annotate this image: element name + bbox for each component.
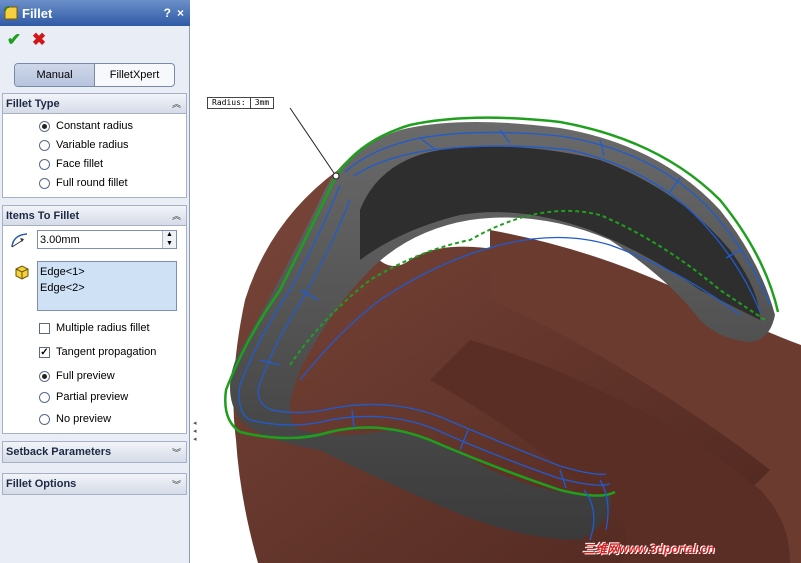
radius-icon (11, 233, 28, 248)
callout-leader (289, 107, 337, 177)
callout-value[interactable]: 3mm (249, 98, 273, 108)
callout-label: Radius: (212, 98, 246, 107)
radio-dot[interactable] (39, 391, 50, 403)
radio-label: Variable radius (56, 139, 129, 151)
edge-cube-icon (15, 265, 29, 280)
radio-constant-radius[interactable]: Constant radius (39, 118, 133, 134)
radio-label: No preview (56, 413, 112, 425)
multiple-radius-checkbox[interactable]: Multiple radius fillet (39, 320, 150, 336)
collapse-chevron-icon[interactable]: ︽ (172, 97, 181, 110)
radius-callout[interactable]: Radius: 3mm (207, 97, 275, 109)
fillet-options-header[interactable]: Fillet Options ︾ (3, 474, 186, 494)
watermark-text: 三维网www.3dportal.cn (583, 542, 715, 556)
checkbox-box[interactable]: ✓ (39, 346, 50, 358)
ok-button[interactable]: ✔ (3, 30, 25, 50)
ok-cancel-row: ✔ ✖ (0, 28, 50, 52)
radio-face-fillet[interactable]: Face fillet (39, 156, 103, 172)
fillet-options-group: Fillet Options ︾ (2, 473, 187, 495)
radio-label: Full preview (56, 370, 115, 382)
panel-title: Fillet (22, 5, 53, 21)
radio-dot[interactable] (39, 158, 50, 170)
tab-filletxpert[interactable]: FilletXpert (95, 64, 174, 86)
items-to-fillet-group: Items To Fillet ︽ 3.00mm ▲ ▼ Edge<1> Edg… (2, 205, 187, 434)
radio-label: Face fillet (56, 158, 104, 170)
radio-partial-preview[interactable]: Partial preview (39, 389, 128, 405)
mode-toggle: Manual FilletXpert (14, 63, 175, 87)
callout-anchor[interactable] (332, 172, 340, 180)
spin-up-icon[interactable]: ▲ (163, 231, 176, 240)
fillet-type-header[interactable]: Fillet Type ︽ (3, 94, 186, 114)
radius-value[interactable]: 3.00mm (38, 234, 162, 246)
radius-spinner[interactable]: ▲ ▼ (162, 231, 176, 248)
list-item[interactable]: Edge<1> (40, 264, 174, 280)
radio-variable-radius[interactable]: Variable radius (39, 137, 129, 153)
cancel-button[interactable]: ✖ (28, 30, 50, 50)
list-item[interactable]: Edge<2> (40, 280, 174, 296)
setback-parameters-group: Setback Parameters ︾ (2, 441, 187, 463)
radio-dot[interactable] (39, 370, 50, 382)
checkbox-box[interactable] (39, 322, 50, 334)
edge-selection-list[interactable]: Edge<1> Edge<2> (37, 261, 177, 311)
items-to-fillet-header[interactable]: Items To Fillet ︽ (3, 206, 186, 226)
tangent-propagation-checkbox[interactable]: ✓ Tangent propagation (39, 344, 156, 360)
expand-chevron-icon[interactable]: ︾ (172, 446, 181, 459)
radio-label: Full round fillet (56, 177, 128, 189)
radio-dot[interactable] (39, 120, 50, 132)
fillet-type-title: Fillet Type (6, 97, 60, 110)
tab-manual[interactable]: Manual (15, 64, 95, 86)
property-manager-panel: Fillet ? × ✔ ✖ Manual FilletXpert Fillet… (0, 0, 190, 563)
radio-no-preview[interactable]: No preview (39, 411, 111, 427)
graphics-viewport[interactable] (191, 0, 801, 563)
fillet-type-group: Fillet Type ︽ Constant radius Variable r… (2, 93, 187, 198)
help-icon[interactable]: ? (164, 6, 171, 20)
setback-parameters-header[interactable]: Setback Parameters ︾ (3, 442, 186, 462)
radio-label: Partial preview (56, 391, 129, 403)
setback-parameters-title: Setback Parameters (6, 446, 112, 458)
checkbox-label: Multiple radius fillet (56, 322, 150, 334)
spin-down-icon[interactable]: ▼ (163, 239, 176, 248)
items-to-fillet-title: Items To Fillet (6, 209, 80, 222)
radio-label: Constant radius (56, 120, 134, 132)
expand-chevron-icon[interactable]: ︾ (172, 478, 181, 491)
checkbox-label: Tangent propagation (56, 346, 157, 358)
radio-dot[interactable] (39, 413, 50, 425)
radio-full-preview[interactable]: Full preview (39, 368, 115, 384)
close-icon[interactable]: × (177, 6, 184, 20)
collapse-chevron-icon[interactable]: ︽ (172, 209, 181, 222)
radio-dot[interactable] (39, 139, 50, 151)
fillet-feature-icon (4, 6, 18, 20)
panel-titlebar: Fillet ? × (0, 0, 190, 26)
radio-dot[interactable] (39, 177, 50, 189)
radio-full-round-fillet[interactable]: Full round fillet (39, 175, 128, 191)
radius-input[interactable]: 3.00mm ▲ ▼ (37, 230, 177, 249)
fillet-options-title: Fillet Options (6, 478, 77, 490)
